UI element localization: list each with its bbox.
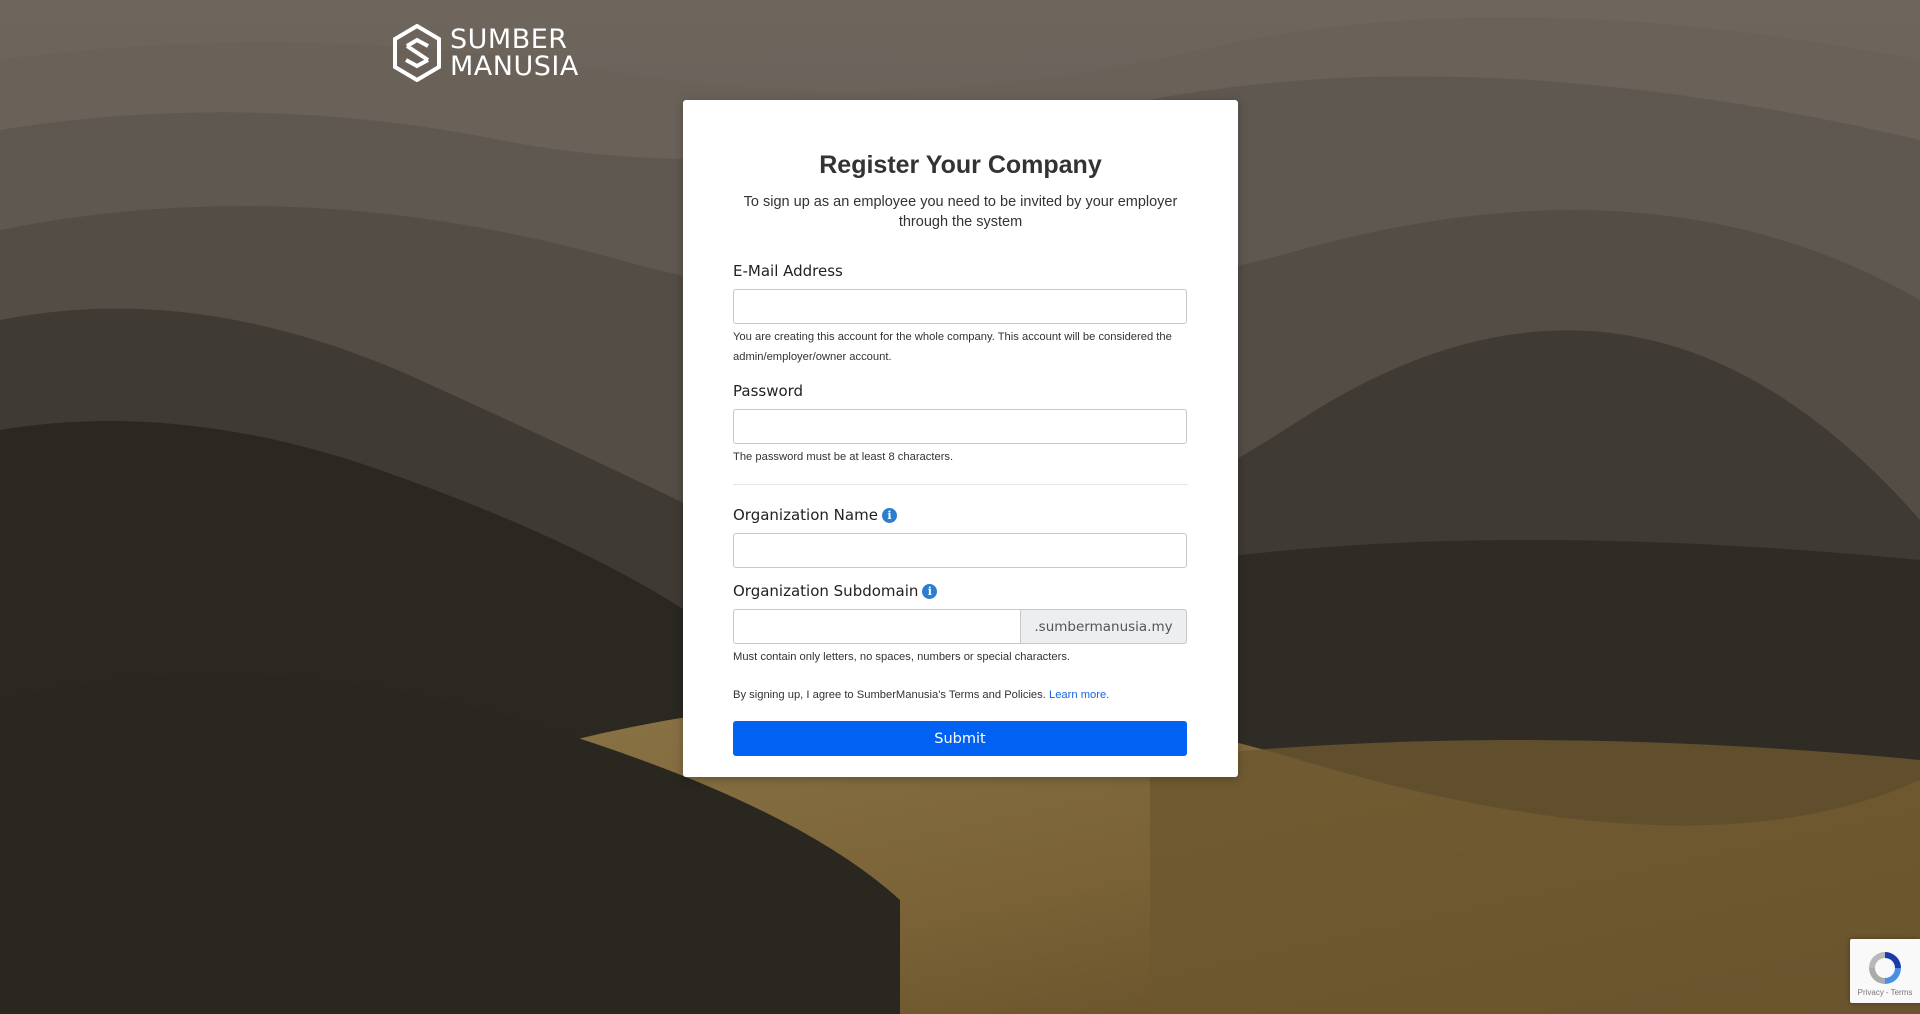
recaptcha-links: Privacy - Terms <box>1858 988 1913 997</box>
email-label: E-Mail Address <box>733 261 1188 281</box>
logo-line-2: MANUSIA <box>450 51 579 82</box>
organization-name-field[interactable] <box>733 533 1187 568</box>
logo-line-1: SUMBER <box>450 24 568 55</box>
password-field[interactable] <box>733 409 1187 444</box>
organization-subdomain-group: Organization Subdomain i .sumbermanusia.… <box>733 581 1188 667</box>
learn-more-link[interactable]: Learn more. <box>1049 689 1109 701</box>
brand-logo[interactable]: SUMBER MANUSIA <box>392 24 579 82</box>
terms-notice: By signing up, I agree to SumberManusia'… <box>733 687 1188 703</box>
organization-name-group: Organization Name i <box>733 505 1188 568</box>
organization-name-label-text: Organization Name <box>733 506 878 524</box>
email-help-text: You are creating this account for the wh… <box>733 331 1172 363</box>
info-icon[interactable]: i <box>881 507 897 523</box>
subdomain-help-text: Must contain only letters, no spaces, nu… <box>733 651 1071 663</box>
recaptcha-logo-icon <box>1869 951 1901 984</box>
organization-subdomain-label: Organization Subdomain i <box>733 581 1188 601</box>
organization-subdomain-label-text: Organization Subdomain <box>733 582 919 600</box>
subdomain-input-group: .sumbermanusia.my <box>733 609 1187 644</box>
terms-text: By signing up, I agree to SumberManusia'… <box>733 689 1046 701</box>
password-label: Password <box>733 381 1188 401</box>
submit-button[interactable]: Submit <box>733 721 1187 756</box>
info-icon[interactable]: i <box>922 583 938 599</box>
page-subtitle: To sign up as an employee you need to be… <box>743 194 1178 230</box>
recaptcha-separator: - <box>1885 987 1889 997</box>
organization-subdomain-field[interactable] <box>733 609 1021 644</box>
page-title: Register Your Company <box>819 151 1102 179</box>
logo-wordmark: SUMBER MANUSIA <box>450 26 579 80</box>
section-divider <box>733 484 1188 485</box>
register-card: Register Your Company To sign up as an e… <box>683 100 1238 777</box>
password-group: Password The password must be at least 8… <box>733 381 1188 467</box>
recaptcha-privacy-link[interactable]: Privacy <box>1858 988 1884 997</box>
email-label-text: E-Mail Address <box>733 262 843 280</box>
recaptcha-badge[interactable]: Privacy - Terms <box>1850 939 1920 1003</box>
password-label-text: Password <box>733 382 804 400</box>
email-group: E-Mail Address You are creating this acc… <box>733 261 1188 367</box>
subdomain-suffix: .sumbermanusia.my <box>1021 609 1187 644</box>
email-field[interactable] <box>733 289 1187 324</box>
password-help-text: The password must be at least 8 characte… <box>733 451 954 463</box>
recaptcha-terms-link[interactable]: Terms <box>1891 988 1913 997</box>
organization-name-label: Organization Name i <box>733 505 1188 525</box>
logo-mark-icon <box>393 24 441 82</box>
